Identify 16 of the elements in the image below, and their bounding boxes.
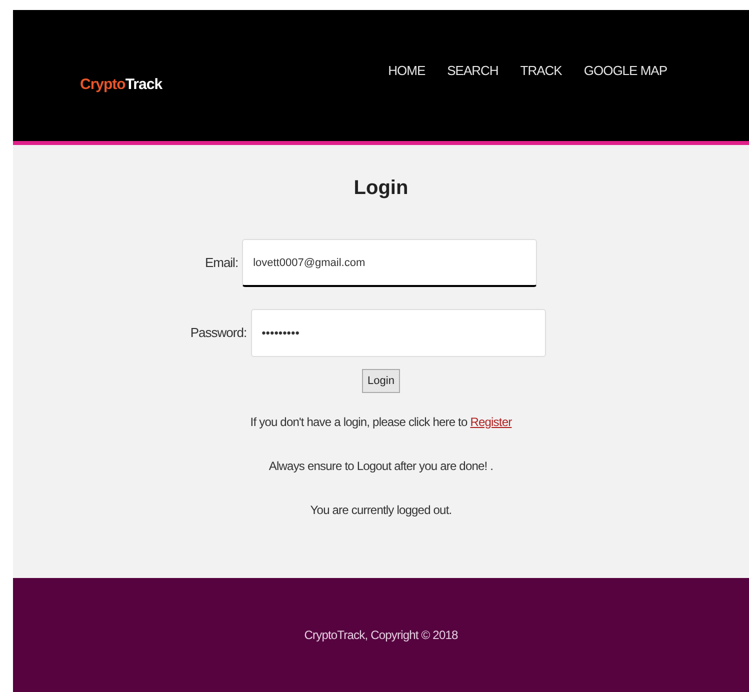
field-label: Email: <box>204 254 238 272</box>
copyright-text: CryptoTrack, Copyright © 2018 <box>304 627 458 644</box>
nav-link[interactable]: GOOGLE MAP <box>584 60 667 80</box>
login-button[interactable]: Login <box>362 369 400 393</box>
input-field[interactable]: ••••••••• <box>250 309 546 357</box>
logo[interactable]: CryptoTrack <box>80 74 162 97</box>
input-field[interactable]: lovett0007@gmail.com <box>242 239 538 287</box>
login-title: Login <box>354 176 408 201</box>
nav-link[interactable]: SEARCH <box>447 60 498 80</box>
register-text: If you don't have a login, please click here to Register <box>250 414 512 431</box>
info-text: You are currently logged out. <box>310 502 452 519</box>
nav-link[interactable]: HOME <box>388 60 426 80</box>
register-link[interactable]: Register <box>470 415 512 429</box>
info-text: Always ensure to Logout after you are done! . <box>268 458 494 475</box>
nav-link[interactable]: TRACK <box>520 60 562 80</box>
field-label: Password: <box>190 324 247 342</box>
